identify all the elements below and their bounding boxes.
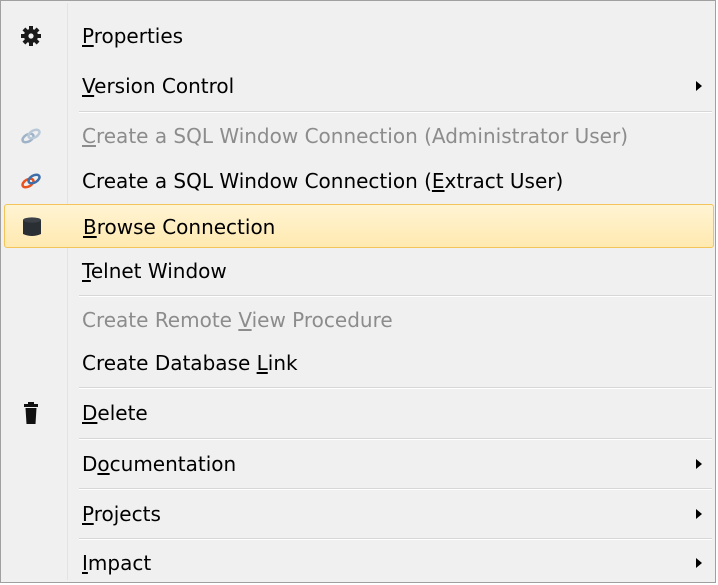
menu-item-label: Delete <box>82 401 148 425</box>
trash-icon <box>18 402 44 424</box>
menu-item-label: Create Database Link <box>82 351 298 375</box>
menu-item-label: Telnet Window <box>82 259 227 283</box>
submenu-arrow-icon <box>696 459 702 469</box>
menu-item-browse-connection[interactable]: Browse Connection <box>4 204 714 248</box>
gear-icon <box>18 25 44 47</box>
menu-item-documentation[interactable]: Documentation <box>4 442 714 486</box>
menu-item-label: Create a SQL Window Connection (Administ… <box>82 124 628 148</box>
menu-item-create-remote-view-procedure[interactable]: Create Remote View Procedure <box>4 298 714 342</box>
menu-item-projects[interactable]: Projects <box>4 492 714 536</box>
menu-item-create-sql-window-admin[interactable]: Create a SQL Window Connection (Administ… <box>4 114 714 158</box>
menu-item-label: Browse Connection <box>83 215 276 239</box>
submenu-arrow-icon <box>696 558 702 568</box>
menu-item-label: Create a SQL Window Connection (Extract … <box>82 169 564 193</box>
menu-item-label: Create Remote View Procedure <box>82 308 393 332</box>
menu-item-delete[interactable]: Delete <box>4 391 714 435</box>
link-icon <box>18 170 44 192</box>
link-icon <box>18 125 44 147</box>
menu-separator <box>79 387 712 389</box>
menu-item-label: Properties <box>82 24 184 48</box>
database-icon <box>19 216 45 238</box>
menu-item-properties[interactable]: Properties <box>4 14 714 58</box>
submenu-arrow-icon <box>696 81 702 91</box>
context-menu: Properties Version Control Create a SQL … <box>0 0 716 583</box>
menu-item-label: Impact <box>82 551 152 575</box>
menu-separator <box>79 438 712 440</box>
menu-item-telnet-window[interactable]: Telnet Window <box>4 249 714 293</box>
menu-separator <box>79 488 712 490</box>
menu-item-label: Documentation <box>82 452 237 476</box>
menu-separator <box>79 295 712 297</box>
menu-separator <box>79 538 712 540</box>
menu-item-label: Projects <box>82 502 161 526</box>
menu-item-version-control[interactable]: Version Control <box>4 64 714 108</box>
menu-item-label: Version Control <box>82 74 235 98</box>
menu-separator <box>79 111 712 113</box>
submenu-arrow-icon <box>696 509 702 519</box>
menu-item-create-sql-window-extract[interactable]: Create a SQL Window Connection (Extract … <box>4 159 714 203</box>
menu-item-impact[interactable]: Impact <box>4 541 714 585</box>
menu-item-create-database-link[interactable]: Create Database Link <box>4 341 714 385</box>
